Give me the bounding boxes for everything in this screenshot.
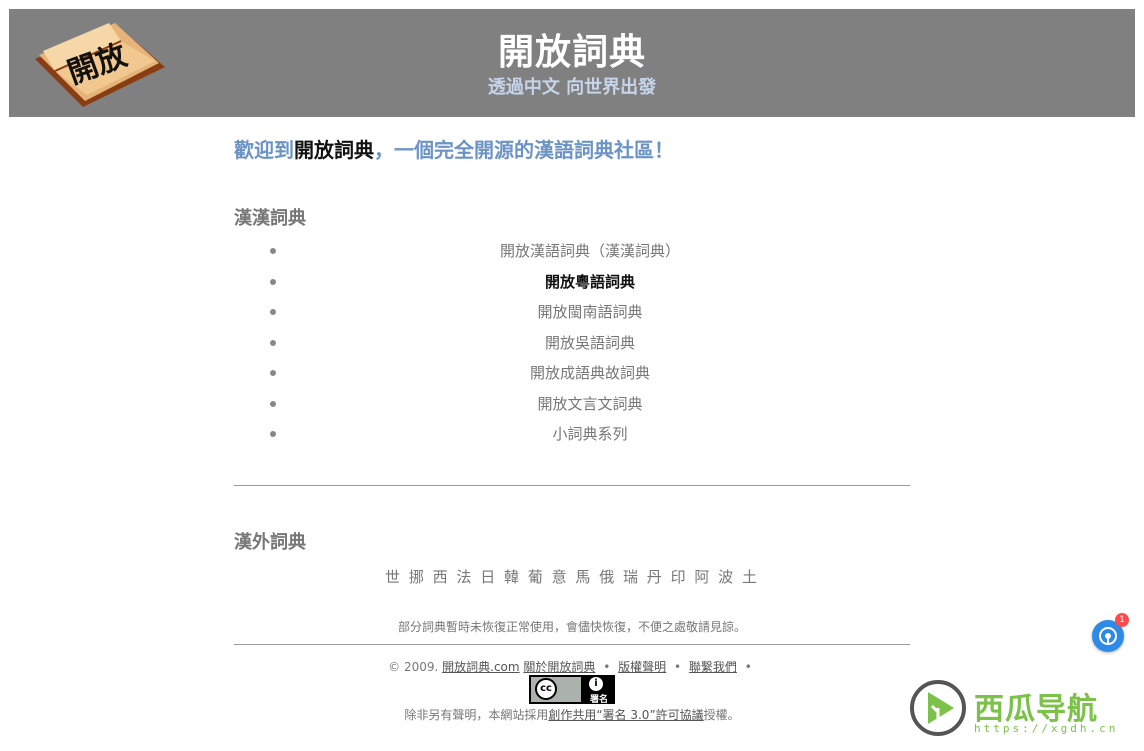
dict-link-mini-series[interactable]: 小詞典系列 [552, 425, 627, 443]
site-title[interactable]: 開放詞典 [9, 23, 1135, 75]
separator: • [674, 660, 682, 674]
site-header: 開放 開放詞典 透過中文 向世界出發 [9, 9, 1135, 117]
site-subtitle: 透過中文 向世界出發 [487, 77, 657, 98]
cc-icon: cc [535, 678, 557, 700]
bullet-icon [270, 278, 276, 285]
lang-link[interactable]: 丹 [647, 568, 664, 586]
lang-link[interactable]: 葡 [528, 568, 545, 586]
lang-link[interactable]: 挪 [409, 568, 426, 586]
watermelon-logo-icon [910, 680, 966, 736]
lang-link[interactable]: 韓 [504, 568, 521, 586]
lang-link[interactable]: 世 [385, 568, 402, 586]
lang-link[interactable]: 印 [671, 568, 688, 586]
lang-link[interactable]: 波 [718, 568, 735, 586]
welcome-heading: 歡迎到開放詞典，一個完全開源的漢語詞典社區！ [234, 134, 674, 163]
dict-link-hanyu[interactable]: 開放漢語詞典（漢漢詞典） [500, 242, 680, 260]
dict-link-cantonese[interactable]: 開放粵語詞典 [545, 273, 635, 291]
lang-link[interactable]: 土 [742, 568, 759, 586]
license-link[interactable]: 創作共用“署名 3.0”許可協議 [548, 708, 703, 722]
lang-link[interactable]: 意 [552, 568, 569, 586]
lang-link[interactable]: 法 [456, 568, 473, 586]
welcome-prefix: 歡迎到 [234, 138, 294, 162]
section-title-hanhan: 漢漢詞典 [234, 208, 306, 229]
dict-link-classical[interactable]: 開放文言文詞典 [537, 395, 642, 413]
copyright-notice-link[interactable]: 版權聲明 [618, 660, 666, 674]
list-item: 開放閩南語詞典 [234, 297, 910, 328]
notification-badge: 1 [1115, 613, 1129, 627]
license-statement: 除非另有聲明，本網站採用創作共用“署名 3.0”許可協議授權。 [234, 706, 910, 723]
welcome-site-name: 開放詞典 [294, 138, 374, 162]
list-item: 開放成語典故詞典 [234, 358, 910, 389]
list-item: 開放漢語詞典（漢漢詞典） [234, 236, 910, 267]
foreign-language-links: 世 挪 西 法 日 韓 葡 意 馬 俄 瑞 丹 印 阿 波 土 [234, 566, 910, 587]
dict-link-minnan[interactable]: 開放閩南語詞典 [537, 303, 642, 321]
lang-link[interactable]: 馬 [575, 568, 592, 586]
bullet-icon [270, 400, 276, 407]
dict-link-wu[interactable]: 開放吳語詞典 [545, 334, 635, 352]
bullet-icon [270, 370, 276, 376]
site-home-link[interactable]: 開放詞典.com [442, 660, 519, 674]
service-notice: 部分詞典暫時未恢復正常使用，會儘快恢復，不便之處敬請見諒。 [397, 620, 746, 634]
separator: • [603, 660, 611, 674]
list-item: 開放粵語詞典 [234, 267, 910, 298]
separator: • [744, 660, 752, 674]
list-item: 開放文言文詞典 [234, 389, 910, 420]
attribution-label: 署名 [589, 695, 608, 705]
dict-link-idiom[interactable]: 開放成語典故詞典 [530, 364, 650, 382]
cc-license-badge[interactable]: cc i 署名 [528, 674, 616, 705]
watermark: 西瓜导航 https://xgdh.cn [908, 678, 1136, 742]
watermark-url: https://xgdh.cn [974, 722, 1119, 735]
section-title-foreign: 漢外詞典 [234, 532, 306, 553]
lang-link[interactable]: 俄 [599, 568, 616, 586]
bullet-icon [270, 309, 276, 315]
section-divider [234, 485, 910, 486]
bullet-icon [270, 339, 276, 346]
bullet-icon [270, 431, 276, 437]
license-suffix: 授權。 [703, 708, 740, 722]
about-link[interactable]: 關於開放詞典 [523, 660, 595, 674]
lang-link[interactable]: 西 [433, 568, 450, 586]
bullet-icon [270, 248, 276, 254]
license-prefix: 除非另有聲明，本網站採用 [404, 708, 549, 722]
cc-badge-background: cc [531, 677, 581, 702]
list-item: 開放吳語詞典 [234, 328, 910, 359]
footer-links: © 2009. 開放詞典.com 關於開放詞典 • 版權聲明 • 聯繫我們 • [234, 658, 910, 675]
lang-link[interactable]: 阿 [694, 568, 711, 586]
list-item: 小詞典系列 [234, 419, 910, 450]
attribution-icon: i [589, 677, 603, 691]
lang-link[interactable]: 日 [480, 568, 497, 586]
welcome-suffix: ，一個完全開源的漢語詞典社區！ [374, 138, 674, 162]
lang-link[interactable]: 瑞 [623, 568, 640, 586]
footer-divider [234, 644, 910, 645]
contact-link[interactable]: 聯繫我們 [689, 660, 737, 674]
copyright-text: © 2009. [388, 660, 439, 674]
dictionary-list: 開放漢語詞典（漢漢詞典） 開放粵語詞典 開放閩南語詞典 開放吳語詞典 開放成語典… [234, 236, 910, 450]
